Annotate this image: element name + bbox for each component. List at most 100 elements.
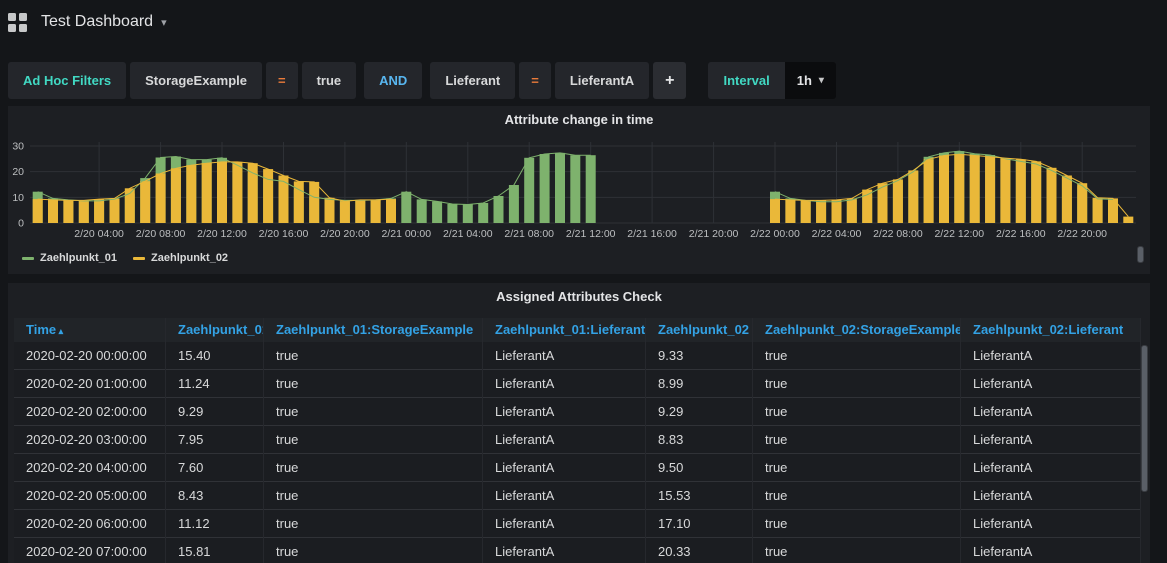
chart-legend: Zaehlpunkt_01 Zaehlpunkt_02 bbox=[22, 252, 244, 264]
svg-text:2/22 08:00: 2/22 08:00 bbox=[873, 228, 923, 240]
table-cell: true bbox=[264, 510, 483, 538]
chart-panel: Attribute change in time 01020302/20 04:… bbox=[8, 106, 1150, 274]
svg-text:0: 0 bbox=[18, 218, 24, 230]
chart-scrollbar-thumb[interactable] bbox=[1137, 246, 1144, 263]
svg-text:2/21 00:00: 2/21 00:00 bbox=[381, 228, 431, 240]
table-row: 2020-02-20 03:00:007.95trueLieferantA8.8… bbox=[14, 426, 1141, 454]
table-panel: Assigned Attributes Check Time ▴Zaehlpun… bbox=[8, 283, 1150, 563]
apps-grid-icon[interactable] bbox=[8, 13, 27, 32]
table-cell: LieferantA bbox=[961, 342, 1141, 370]
table-row: 2020-02-20 00:00:0015.40trueLieferantA9.… bbox=[14, 342, 1141, 370]
dashboard-title[interactable]: Test Dashboard bbox=[41, 13, 153, 31]
chart-panel-title[interactable]: Attribute change in time bbox=[8, 106, 1150, 130]
svg-text:2/22 20:00: 2/22 20:00 bbox=[1057, 228, 1107, 240]
table-cell: 2020-02-20 02:00:00 bbox=[14, 398, 166, 426]
table-cell: true bbox=[264, 370, 483, 398]
svg-text:2/21 16:00: 2/21 16:00 bbox=[627, 228, 677, 240]
svg-text:2/20 16:00: 2/20 16:00 bbox=[259, 228, 309, 240]
table-cell: true bbox=[264, 538, 483, 563]
table-cell: 9.50 bbox=[646, 454, 753, 482]
table-cell: LieferantA bbox=[961, 510, 1141, 538]
table-cell: 9.29 bbox=[166, 398, 264, 426]
table-panel-title[interactable]: Assigned Attributes Check bbox=[8, 283, 1150, 307]
table-cell: true bbox=[753, 510, 961, 538]
table-row: 2020-02-20 05:00:008.43trueLieferantA15.… bbox=[14, 482, 1141, 510]
table-scrollbar-thumb[interactable] bbox=[1141, 345, 1148, 492]
svg-text:2/20 12:00: 2/20 12:00 bbox=[197, 228, 247, 240]
table-cell: true bbox=[264, 482, 483, 510]
filter2-key[interactable]: Lieferant bbox=[430, 62, 515, 99]
column-header-time[interactable]: Time ▴ bbox=[14, 318, 166, 342]
svg-text:2/21 20:00: 2/21 20:00 bbox=[689, 228, 739, 240]
add-filter-button[interactable]: + bbox=[653, 62, 686, 99]
legend-label: Zaehlpunkt_01 bbox=[40, 252, 117, 264]
column-header-zaehlpunkt-02-lieferant[interactable]: Zaehlpunkt_02:Lieferant bbox=[961, 318, 1141, 342]
table-cell: 9.33 bbox=[646, 342, 753, 370]
table-cell: 8.99 bbox=[646, 370, 753, 398]
table-cell: 15.81 bbox=[166, 538, 264, 563]
column-header-zaehlpunkt-02-storageexample[interactable]: Zaehlpunkt_02:StorageExample bbox=[753, 318, 961, 342]
svg-text:10: 10 bbox=[12, 192, 24, 204]
legend-item[interactable]: Zaehlpunkt_02 bbox=[133, 252, 228, 264]
time-series-chart[interactable]: 01020302/20 04:002/20 08:002/20 12:002/2… bbox=[8, 130, 1150, 270]
interval-value: 1h bbox=[797, 73, 812, 88]
table-cell: true bbox=[753, 454, 961, 482]
column-header-zaehlpunkt-01[interactable]: Zaehlpunkt_01 bbox=[166, 318, 264, 342]
svg-text:2/20 08:00: 2/20 08:00 bbox=[136, 228, 186, 240]
submenu-bar: Ad Hoc Filters StorageExample = true AND… bbox=[8, 62, 836, 99]
svg-text:30: 30 bbox=[12, 141, 24, 153]
table-cell: 8.83 bbox=[646, 426, 753, 454]
table-cell: LieferantA bbox=[483, 370, 646, 398]
filter2-operator[interactable]: = bbox=[519, 62, 551, 99]
table-cell: 11.24 bbox=[166, 370, 264, 398]
table-cell: LieferantA bbox=[961, 398, 1141, 426]
table-cell: LieferantA bbox=[483, 538, 646, 563]
top-nav: Test Dashboard ▾ bbox=[0, 0, 1167, 44]
table-cell: true bbox=[264, 342, 483, 370]
adhoc-filters-label: Ad Hoc Filters bbox=[8, 62, 126, 99]
column-header-zaehlpunkt-01-lieferant[interactable]: Zaehlpunkt_01:Lieferant bbox=[483, 318, 646, 342]
table-cell: 2020-02-20 01:00:00 bbox=[14, 370, 166, 398]
table-cell: 9.29 bbox=[646, 398, 753, 426]
table-cell: 7.95 bbox=[166, 426, 264, 454]
table-cell: LieferantA bbox=[961, 454, 1141, 482]
table-row: 2020-02-20 07:00:0015.81trueLieferantA20… bbox=[14, 538, 1141, 563]
filter1-value[interactable]: true bbox=[302, 62, 357, 99]
table-cell: true bbox=[264, 426, 483, 454]
table-cell: 2020-02-20 06:00:00 bbox=[14, 510, 166, 538]
filter2-value[interactable]: LieferantA bbox=[555, 62, 649, 99]
svg-text:2/21 08:00: 2/21 08:00 bbox=[504, 228, 554, 240]
table-cell: 8.43 bbox=[166, 482, 264, 510]
table-row: 2020-02-20 02:00:009.29trueLieferantA9.2… bbox=[14, 398, 1141, 426]
table-cell: true bbox=[264, 454, 483, 482]
table-cell: 15.53 bbox=[646, 482, 753, 510]
table-row: 2020-02-20 04:00:007.60trueLieferantA9.5… bbox=[14, 454, 1141, 482]
interval-dropdown[interactable]: 1h ▾ bbox=[785, 62, 836, 99]
filter-condition[interactable]: AND bbox=[364, 62, 422, 99]
interval-control: Interval 1h ▾ bbox=[708, 62, 835, 99]
svg-text:2/20 20:00: 2/20 20:00 bbox=[320, 228, 370, 240]
caret-down-icon[interactable]: ▾ bbox=[161, 16, 167, 29]
legend-label: Zaehlpunkt_02 bbox=[151, 252, 228, 264]
table-cell: true bbox=[264, 398, 483, 426]
table-cell: LieferantA bbox=[961, 482, 1141, 510]
table-cell: 7.60 bbox=[166, 454, 264, 482]
table-body: 2020-02-20 00:00:0015.40trueLieferantA9.… bbox=[14, 342, 1141, 563]
table-cell: LieferantA bbox=[483, 510, 646, 538]
svg-text:2/22 00:00: 2/22 00:00 bbox=[750, 228, 800, 240]
filter1-key[interactable]: StorageExample bbox=[130, 62, 262, 99]
filter1-operator[interactable]: = bbox=[266, 62, 298, 99]
table-cell: 20.33 bbox=[646, 538, 753, 563]
column-header-zaehlpunkt-02[interactable]: Zaehlpunkt_02 bbox=[646, 318, 753, 342]
interval-label: Interval bbox=[708, 62, 784, 99]
column-header-zaehlpunkt-01-storageexample[interactable]: Zaehlpunkt_01:StorageExample bbox=[264, 318, 483, 342]
legend-item[interactable]: Zaehlpunkt_01 bbox=[22, 252, 117, 264]
table-cell: LieferantA bbox=[483, 482, 646, 510]
table-cell: LieferantA bbox=[483, 454, 646, 482]
table-cell: true bbox=[753, 482, 961, 510]
sort-asc-icon: ▴ bbox=[56, 326, 63, 336]
table-cell: LieferantA bbox=[961, 538, 1141, 563]
table-cell: 2020-02-20 05:00:00 bbox=[14, 482, 166, 510]
table-cell: 2020-02-20 00:00:00 bbox=[14, 342, 166, 370]
table-cell: LieferantA bbox=[483, 398, 646, 426]
